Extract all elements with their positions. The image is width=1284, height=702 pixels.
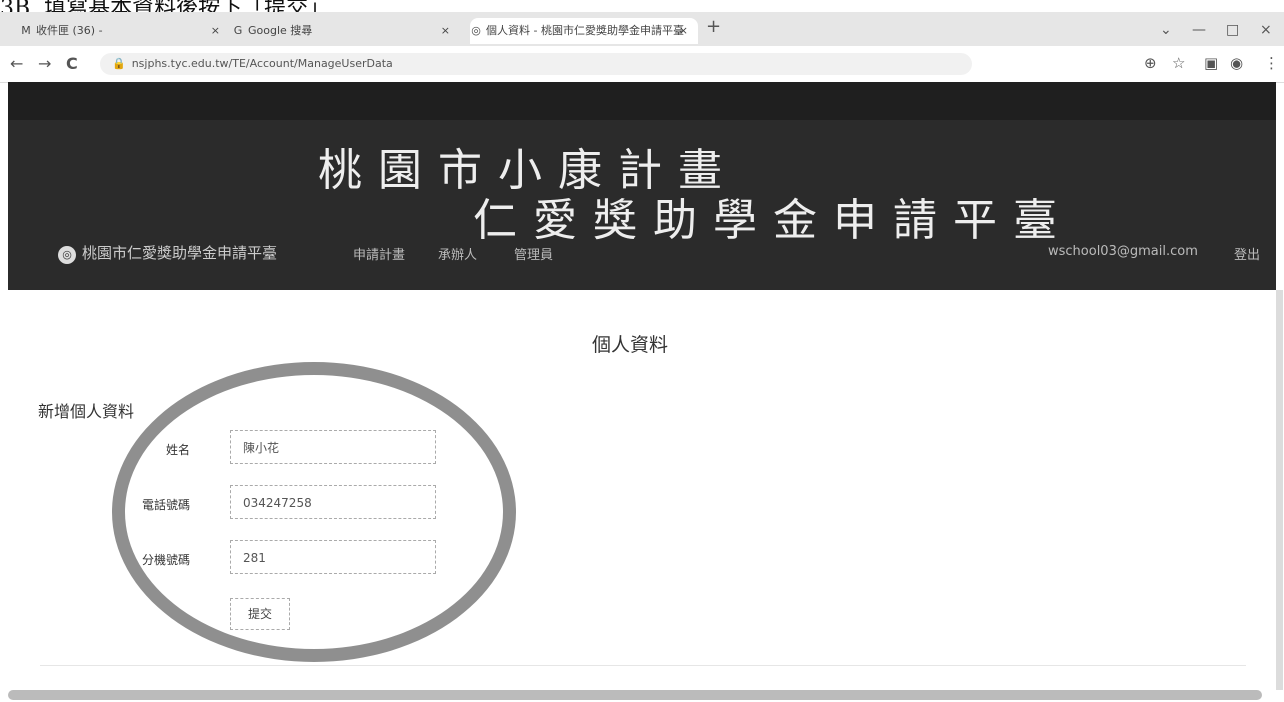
vertical-scrollbar[interactable] bbox=[1276, 290, 1283, 690]
browser-toolbar: ← → C 🔒 nsjphs.tyc.edu.tw/TE/Account/Mana… bbox=[0, 46, 1284, 83]
lock-icon: 🔒 bbox=[112, 57, 126, 70]
menu-icon[interactable]: ⋮ bbox=[1264, 54, 1279, 72]
tab-title: 個人資料 - 桃園市仁愛獎助學金申請平臺 bbox=[486, 24, 684, 37]
translate-icon[interactable]: ⊕ bbox=[1144, 54, 1157, 72]
nav-link-admin[interactable]: 管理員 bbox=[514, 244, 553, 263]
header-top-band bbox=[8, 82, 1276, 120]
minimize-icon[interactable]: — bbox=[1192, 22, 1206, 38]
side-panel-icon[interactable]: ▣ bbox=[1204, 54, 1218, 72]
site-icon: ◎ bbox=[471, 24, 481, 37]
tab-gmail[interactable]: M收件匣 (36) - wschool03@gmail.com × bbox=[20, 18, 230, 63]
site-header: 桃園市小康計畫 仁愛獎助學金申請平臺 ◎ 桃園市仁愛獎助學金申請平臺 申請計畫 承… bbox=[8, 82, 1276, 290]
close-icon[interactable]: × bbox=[679, 18, 688, 44]
phone-label: 電話號碼 bbox=[141, 498, 190, 512]
new-tab-button[interactable]: + bbox=[706, 16, 721, 37]
divider bbox=[40, 665, 1246, 666]
window-close-icon[interactable]: × bbox=[1260, 22, 1272, 38]
close-icon[interactable]: × bbox=[211, 18, 220, 44]
tab-search-icon[interactable]: ⌄ bbox=[1160, 22, 1172, 38]
tab-title: Google 搜尋 bbox=[248, 24, 313, 37]
nav-link-handler[interactable]: 承辦人 bbox=[438, 244, 477, 263]
nav-logout-link[interactable]: 登出 bbox=[1234, 244, 1260, 263]
bookmark-star-icon[interactable]: ☆ bbox=[1172, 54, 1185, 72]
google-icon: G bbox=[233, 24, 243, 37]
nav-account-link[interactable]: wschool03@gmail.com bbox=[1048, 244, 1198, 259]
name-field[interactable]: 陳小花 bbox=[230, 430, 436, 464]
section-heading: 新增個人資料 bbox=[38, 402, 135, 421]
logo-icon: ◎ bbox=[58, 246, 76, 264]
address-bar[interactable]: 🔒 nsjphs.tyc.edu.tw/TE/Account/ManageUser… bbox=[100, 53, 972, 75]
maximize-icon[interactable]: □ bbox=[1226, 22, 1239, 38]
navbar-brand[interactable]: ◎ 桃園市仁愛獎助學金申請平臺 bbox=[58, 242, 277, 264]
horizontal-scrollbar[interactable] bbox=[8, 690, 1262, 700]
browser-tab-strip: M收件匣 (36) - wschool03@gmail.com × G Googl… bbox=[0, 12, 1284, 63]
submit-button[interactable]: 提交 bbox=[230, 598, 290, 630]
forward-icon[interactable]: → bbox=[38, 54, 51, 73]
extension-field[interactable]: 281 bbox=[230, 540, 436, 574]
tab-personal-data[interactable]: ◎ 個人資料 - 桃園市仁愛獎助學金申請平臺 × bbox=[470, 18, 698, 44]
site-title-line2: 仁愛獎助學金申請平臺 bbox=[473, 195, 1073, 246]
page-title: 個人資料 bbox=[592, 334, 669, 356]
close-icon[interactable]: × bbox=[441, 18, 450, 44]
brand-label: 桃園市仁愛獎助學金申請平臺 bbox=[82, 244, 278, 262]
name-label: 姓名 bbox=[165, 443, 190, 457]
url-text: nsjphs.tyc.edu.tw/TE/Account/ManageUserD… bbox=[131, 57, 393, 70]
tab-google[interactable]: G Google 搜尋 × bbox=[232, 18, 460, 44]
phone-field[interactable]: 034247258 bbox=[230, 485, 436, 519]
profile-icon[interactable]: ◉ bbox=[1230, 54, 1243, 72]
back-icon[interactable]: ← bbox=[10, 54, 23, 73]
nav-link-plan[interactable]: 申請計畫 bbox=[353, 244, 405, 263]
gmail-icon: M bbox=[21, 24, 31, 37]
extension-label: 分機號碼 bbox=[141, 553, 190, 567]
reload-icon[interactable]: C bbox=[66, 54, 78, 73]
